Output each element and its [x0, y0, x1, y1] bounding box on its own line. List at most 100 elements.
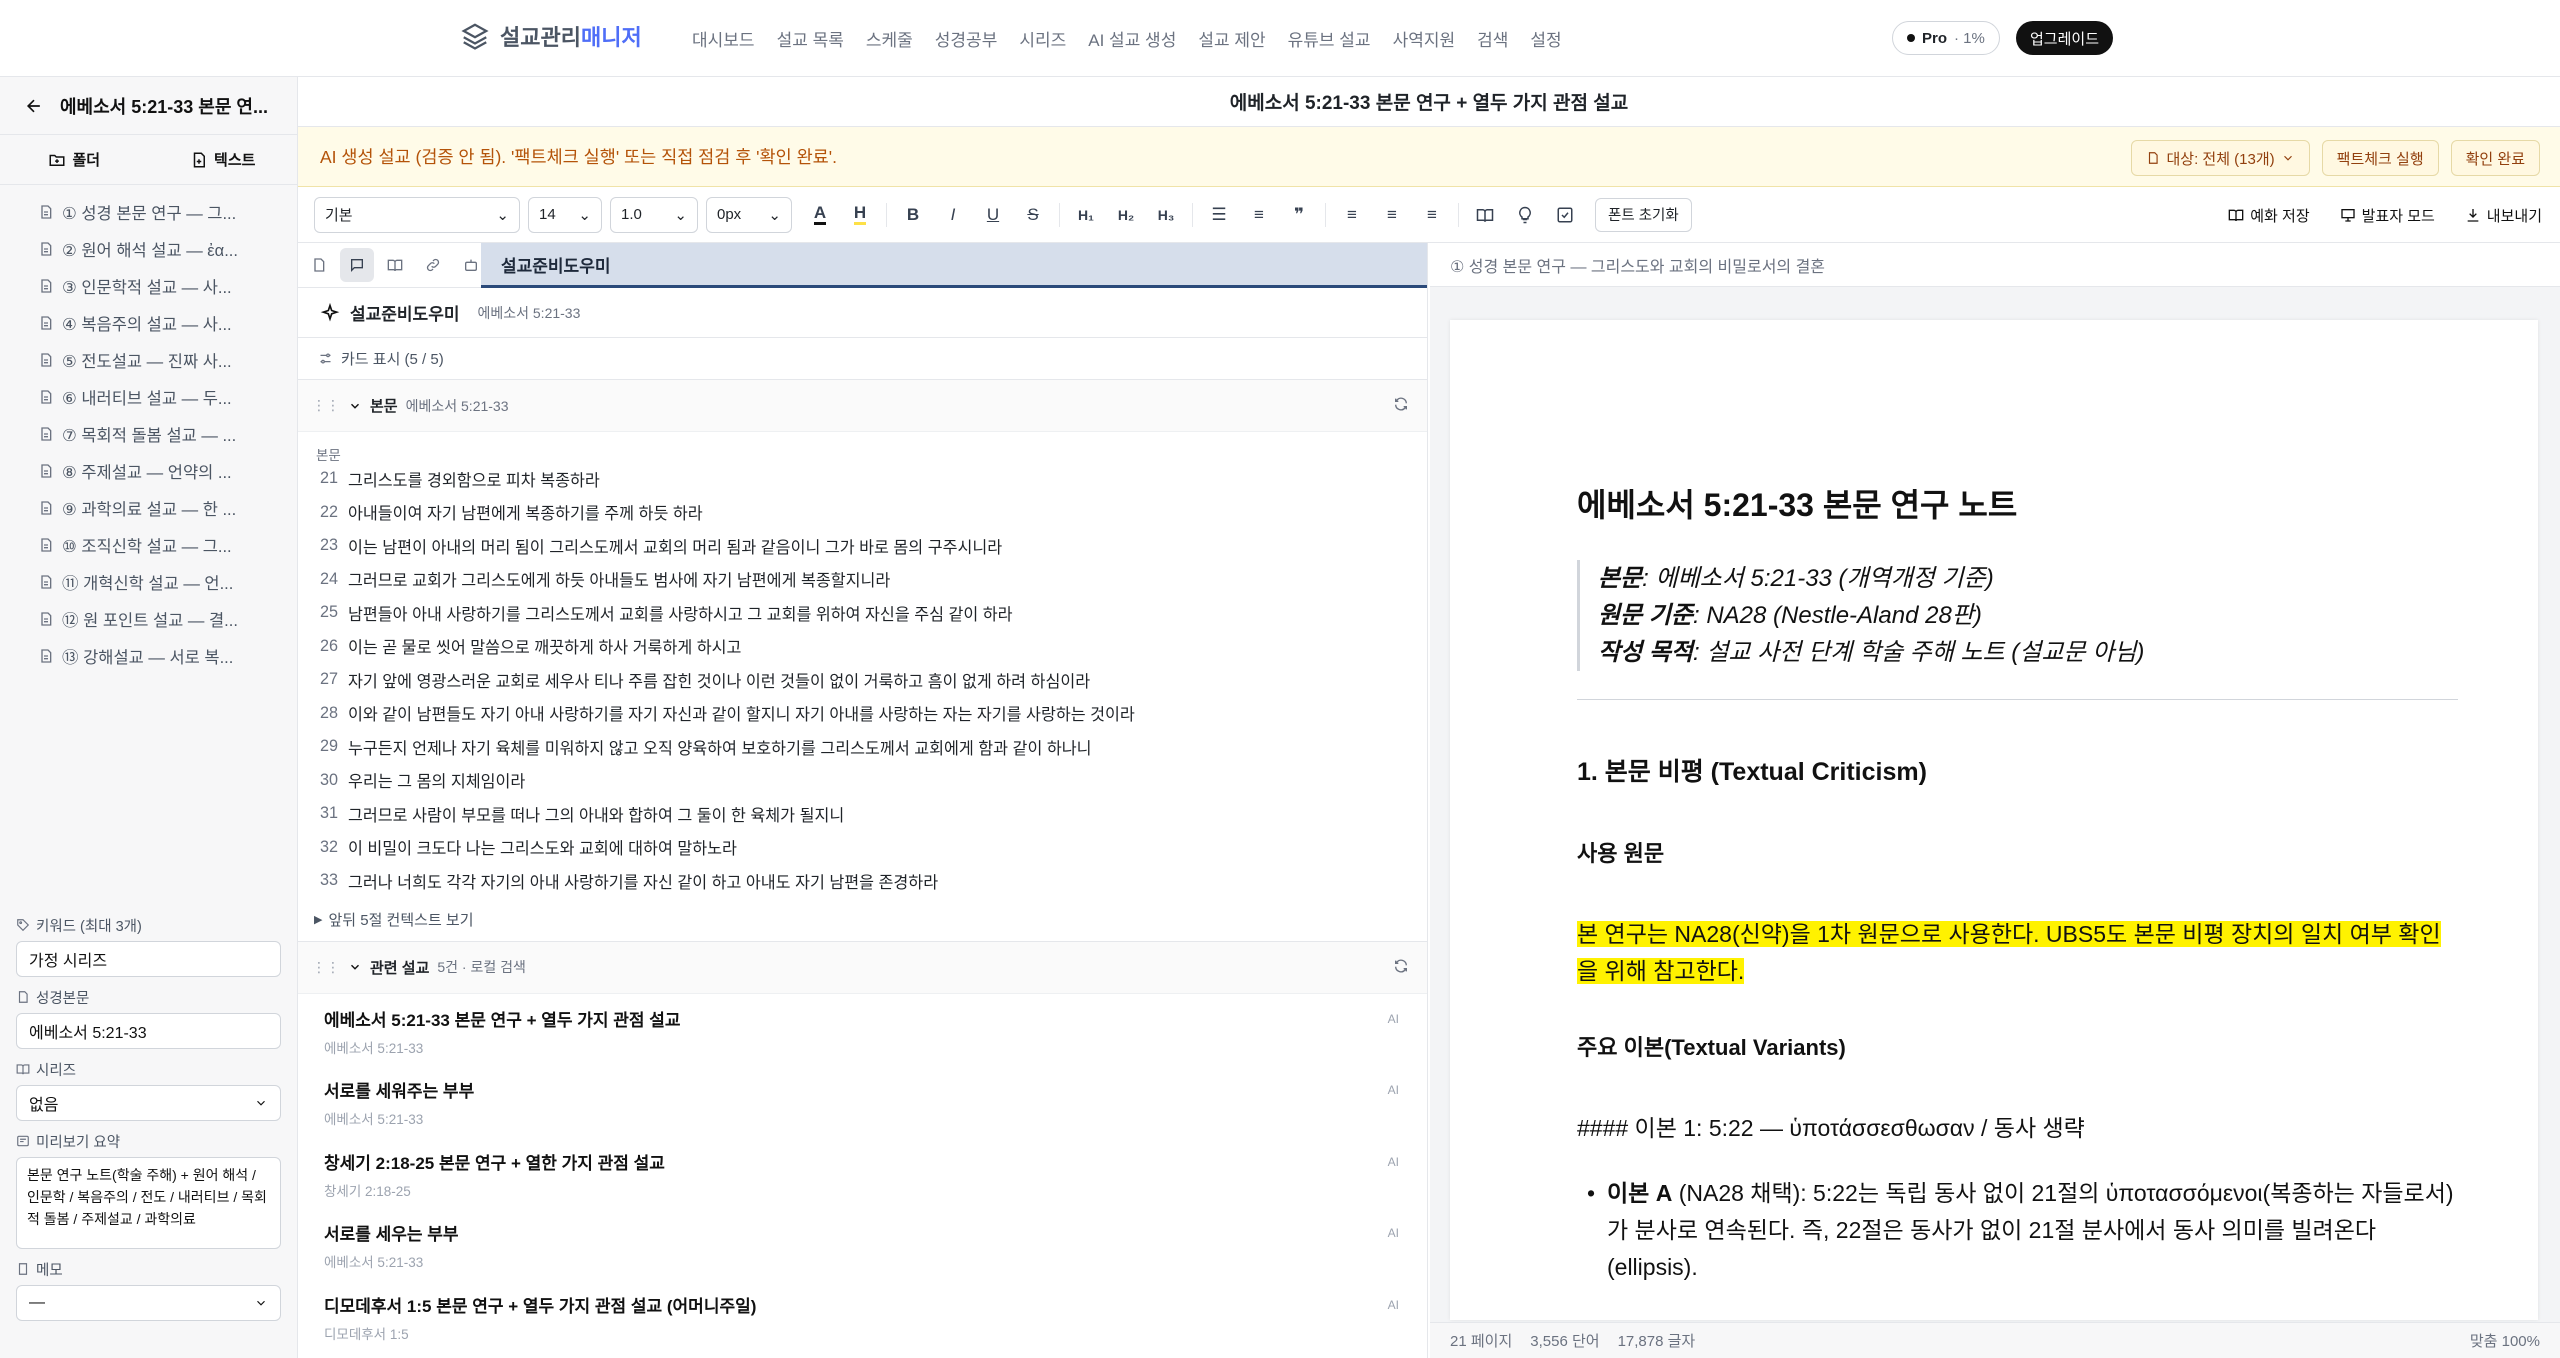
heading2-button[interactable]: H₂ [1106, 197, 1146, 233]
nav-ministry-support[interactable]: 사역지원 [1393, 26, 1456, 51]
document-icon [38, 537, 54, 553]
nav-dashboard[interactable]: 대시보드 [692, 26, 755, 51]
tab-text[interactable]: 텍스트 [149, 135, 298, 184]
series-select[interactable]: 없음 [16, 1085, 281, 1121]
factcheck-button[interactable]: 팩트체크 실행 [2321, 140, 2439, 176]
font-reset-button[interactable]: 폰트 초기화 [1595, 197, 1692, 232]
file-plus-icon [190, 151, 208, 169]
bible-insert-button[interactable] [1465, 197, 1505, 233]
italic-button[interactable]: I [933, 197, 973, 233]
tab-bible[interactable] [378, 248, 412, 282]
save-example-button[interactable]: 예화 저장 [2228, 197, 2310, 233]
zoom-level[interactable]: 맞춤 100% [2470, 1330, 2540, 1351]
nav-bible-study[interactable]: 성경공부 [935, 26, 998, 51]
sidebar-item[interactable]: ① 성경 본문 연구 — 그... [0, 193, 297, 230]
meta-key: 원문 기준 [1598, 602, 1693, 629]
checklist-button[interactable] [1545, 197, 1585, 233]
export-button[interactable]: 내보내기 [2465, 197, 2542, 233]
tab-sermon-helper[interactable]: 설교준비도우미 [481, 243, 1427, 288]
tab-chat[interactable] [340, 248, 374, 282]
sidebar-item[interactable]: ③ 인문학적 설교 — 사... [0, 267, 297, 304]
drag-handle-icon[interactable]: ⋮⋮ [312, 397, 340, 414]
heading3-button[interactable]: H₃ [1146, 197, 1186, 233]
brand-logo[interactable]: 설교관리매니저 [460, 20, 642, 52]
context-toggle[interactable]: ▶ 앞뒤 5절 컨텍스트 보기 [298, 898, 1427, 942]
tab-folder[interactable]: 폴더 [0, 135, 149, 184]
sidebar-item[interactable]: ② 원어 해석 설교 — ἐα... [0, 230, 297, 267]
nav-youtube-sermon[interactable]: 유튜브 설교 [1288, 26, 1371, 51]
card-display-toggle[interactable]: 카드 표시 (5 / 5) [298, 338, 1427, 380]
sidebar-item[interactable]: ⑨ 과학의료 설교 — 한 ... [0, 489, 297, 526]
nav-sermon-suggest[interactable]: 설교 제안 [1198, 26, 1265, 51]
nav-series[interactable]: 시리즈 [1019, 26, 1066, 51]
folder-plus-icon [48, 151, 66, 169]
drag-handle-icon[interactable]: ⋮⋮ [312, 959, 340, 976]
document-icon [38, 315, 54, 331]
sidebar-item[interactable]: ⑫ 원 포인트 설교 — 결... [0, 600, 297, 637]
passage-card-header[interactable]: ⋮⋮ 본문 에베소서 5:21-33 [298, 380, 1427, 432]
idea-button[interactable] [1505, 197, 1545, 233]
nav-ai-sermon[interactable]: AI 설교 생성 [1088, 26, 1176, 51]
plan-badge[interactable]: Pro · 1% [1892, 21, 2000, 55]
line-height-select[interactable]: 1.0 ⌄ [610, 196, 698, 233]
tab-link[interactable] [416, 248, 450, 282]
nav-sermon-list[interactable]: 설교 목록 [777, 26, 844, 51]
align-center-button[interactable]: ≡ [1372, 197, 1412, 233]
sidebar-item[interactable]: ⑬ 강해설교 — 서로 복... [0, 637, 297, 674]
refresh-icon[interactable] [1393, 396, 1409, 412]
related-sermon-item[interactable]: 디모데후서 1:5 본문 연구 + 열두 가지 관점 설교 (어머니주일) 디모데… [298, 1280, 1427, 1352]
underline-button[interactable]: U [973, 197, 1013, 233]
char-count: 17,878 글자 [1617, 1333, 1696, 1350]
sidebar-item[interactable]: ⑤ 전도설교 — 진짜 사... [0, 341, 297, 378]
back-arrow-icon[interactable] [24, 96, 44, 116]
related-sermon-item[interactable]: 창세기 2:18-25 본문 연구 + 열한 가지 관점 설교 창세기 2:18-… [298, 1137, 1427, 1209]
highlight-button[interactable]: H [840, 197, 880, 233]
style-select[interactable]: 기본 ⌄ [314, 196, 520, 233]
sidebar-item[interactable]: ⑦ 목회적 돌봄 설교 — ... [0, 415, 297, 452]
related-sermon-item[interactable]: 서로를 세우는 부부 에베소서 5:21-33 AI [298, 1208, 1427, 1280]
summary-label-row: 미리보기 요약 [16, 1131, 282, 1151]
align-left-button[interactable]: ≡ [1332, 197, 1372, 233]
sidebar-item[interactable]: ⑧ 주제설교 — 언약의 ... [0, 452, 297, 489]
document-page[interactable]: 에베소서 5:21-33 본문 연구 노트 본문: 에베소서 5:21-33 (… [1450, 320, 2538, 1320]
related-sermon-item[interactable]: 서로를 세워주는 부부 에베소서 5:21-33 AI [298, 1065, 1427, 1137]
verse-row: 30 우리는 그 몸의 지체임이라 [298, 764, 1427, 798]
align-right-button[interactable]: ≡ [1412, 197, 1452, 233]
sermon-list: ① 성경 본문 연구 — 그... ② 원어 해석 설교 — ἐα... ③ 인문학… [0, 185, 297, 674]
font-size-select[interactable]: 14 ⌄ [528, 196, 602, 233]
sidebar-item[interactable]: ⑩ 조직신학 설교 — 그... [0, 526, 297, 563]
verse-number: 33 [319, 871, 338, 890]
memo-select[interactable]: — [16, 1285, 281, 1321]
plan-name: Pro [1922, 29, 1948, 47]
heading1-button[interactable]: H₁ [1066, 197, 1106, 233]
confirm-button[interactable]: 확인 완료 [2450, 140, 2540, 176]
bold-button[interactable]: B [893, 197, 933, 233]
text-color-button[interactable]: A [800, 197, 840, 233]
nav-search[interactable]: 검색 [1477, 26, 1508, 51]
presentation-icon [2340, 197, 2356, 233]
sidebar-item-label: ④ 복음주의 설교 — 사... [62, 315, 232, 334]
sidebar-item[interactable]: ⑥ 내러티브 설교 — 두... [0, 378, 297, 415]
upgrade-button[interactable]: 업그레이드 [2016, 21, 2114, 55]
quote-button[interactable]: ❞ [1279, 197, 1319, 233]
refresh-icon[interactable] [1393, 958, 1409, 974]
sidebar-item[interactable]: ⑪ 개혁신학 설교 — 언... [0, 563, 297, 600]
target-select[interactable]: 대상: 전체 (13개) [2131, 140, 2310, 176]
sidebar-tabs: 폴더 텍스트 [0, 135, 297, 185]
scripture-input[interactable]: 에베소서 5:21-33 [16, 1013, 281, 1049]
tab-document[interactable] [302, 248, 336, 282]
related-card-header[interactable]: ⋮⋮ 관련 설교 5건 · 로컬 검색 [298, 941, 1427, 994]
presenter-mode-button[interactable]: 발표자 모드 [2340, 197, 2435, 233]
ordered-list-button[interactable]: ≡ [1239, 197, 1279, 233]
heading1-icon: H₁ [1078, 206, 1094, 223]
related-sermon-item[interactable]: 에베소서 5:21-33 본문 연구 + 열두 가지 관점 설교 에베소서 5:2… [298, 994, 1427, 1066]
nav-settings[interactable]: 설정 [1530, 26, 1561, 51]
bullet-list-button[interactable]: ☰ [1199, 197, 1239, 233]
export-label: 내보내기 [2486, 207, 2542, 225]
keywords-input[interactable]: 가정 시리즈 [16, 941, 281, 977]
nav-schedule[interactable]: 스케줄 [866, 26, 913, 51]
summary-textarea[interactable]: 본문 연구 노트(학술 주해) + 원어 해석 / 인문학 / 복음주의 / 전… [16, 1157, 281, 1249]
spacing-select[interactable]: 0px ⌄ [706, 196, 792, 233]
sidebar-item[interactable]: ④ 복음주의 설교 — 사... [0, 304, 297, 341]
strike-button[interactable]: S [1013, 197, 1053, 233]
